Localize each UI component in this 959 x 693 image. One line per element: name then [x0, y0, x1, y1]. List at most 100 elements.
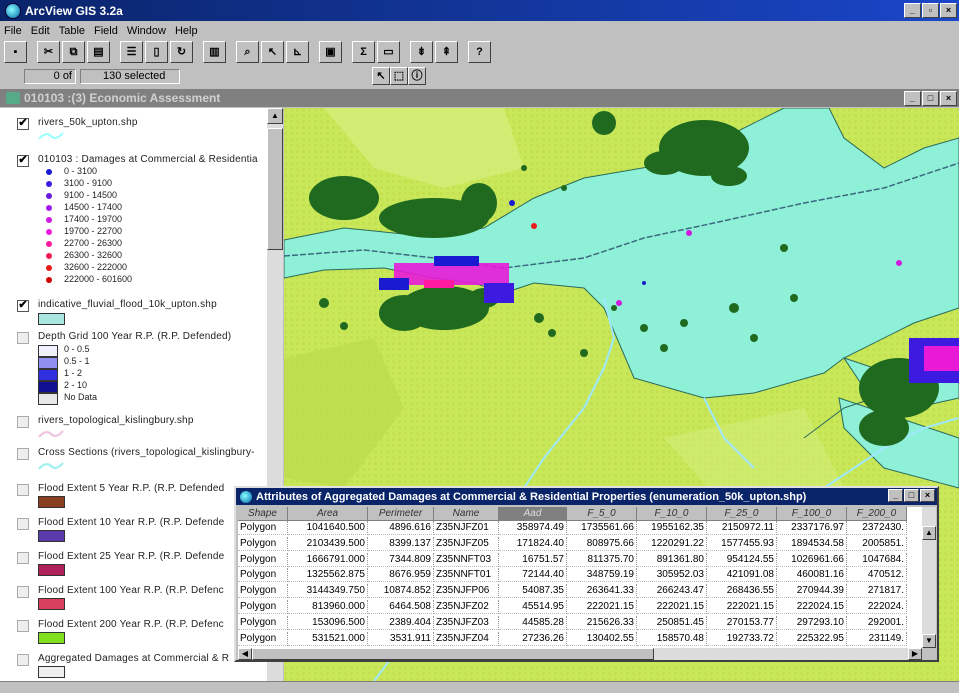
minimize-button[interactable]: _: [904, 3, 921, 18]
help-icon[interactable]: ?: [468, 41, 491, 63]
attributes-vertical-scrollbar[interactable]: ▲ ▼: [922, 507, 936, 648]
view-maximize-button[interactable]: □: [922, 91, 939, 106]
table-cell[interactable]: Z35NJFZ04: [434, 631, 499, 646]
table-cell[interactable]: 1041640.500: [288, 521, 368, 535]
table-cell[interactable]: Z35NNFT03: [434, 552, 499, 567]
table-properties-icon[interactable]: ☰: [120, 41, 143, 63]
table-cell[interactable]: 1577455.93: [707, 536, 777, 551]
table-cell[interactable]: 54087.35: [499, 584, 567, 599]
table-cell[interactable]: Z35NJFP06: [434, 584, 499, 599]
table-cell[interactable]: Polygon: [238, 631, 288, 646]
table-cell[interactable]: Polygon: [238, 568, 288, 583]
layer-visibility-checkbox[interactable]: [17, 620, 29, 632]
table-cell[interactable]: 1325562.875: [288, 568, 368, 583]
table-cell[interactable]: Z35NJFZ01: [434, 521, 499, 535]
table-cell[interactable]: 7344.809: [368, 552, 434, 567]
table-cell[interactable]: 808975.66: [567, 536, 637, 551]
table-cell[interactable]: Polygon: [238, 536, 288, 551]
layer-visibility-checkbox[interactable]: ✔: [17, 300, 29, 312]
table-cell[interactable]: 2150972.11: [707, 521, 777, 535]
scroll-left-icon[interactable]: ◀: [238, 648, 252, 660]
layer-visibility-checkbox[interactable]: [17, 416, 29, 428]
column-header-area[interactable]: Area: [288, 507, 368, 521]
table-cell[interactable]: 1735561.66: [567, 521, 637, 535]
scroll-thumb[interactable]: [252, 648, 654, 660]
identify-icon[interactable]: ⓘ: [408, 67, 426, 85]
view-close-button[interactable]: ×: [940, 91, 957, 106]
table-cell[interactable]: 2372430.: [847, 521, 907, 535]
table-cell[interactable]: 16751.57: [499, 552, 567, 567]
restore-button[interactable]: ▫: [922, 3, 939, 18]
copy-icon[interactable]: ⧉: [62, 41, 85, 63]
table-cell[interactable]: 10874.852: [368, 584, 434, 599]
sort-ascending-icon[interactable]: ⇟: [410, 41, 433, 63]
layer-visibility-checkbox[interactable]: [17, 484, 29, 496]
attr-minimize-button[interactable]: _: [888, 489, 903, 502]
menu-edit[interactable]: Edit: [31, 25, 50, 37]
table-cell[interactable]: 531521.000: [288, 631, 368, 646]
close-button[interactable]: ×: [940, 3, 957, 18]
table-cell[interactable]: Polygon: [238, 552, 288, 567]
find-icon[interactable]: ⌕: [236, 41, 259, 63]
table-cell[interactable]: 813960.000: [288, 600, 368, 614]
refresh-icon[interactable]: ↻: [170, 41, 193, 63]
table-cell[interactable]: Polygon: [238, 600, 288, 614]
table-cell[interactable]: 891361.80: [637, 552, 707, 567]
menu-field[interactable]: Field: [94, 25, 118, 37]
column-header-f200[interactable]: F_200_0: [847, 507, 907, 521]
table-cell[interactable]: 1894534.58: [777, 536, 847, 551]
table-cell[interactable]: Z35NNFT01: [434, 568, 499, 583]
table-cell[interactable]: 292001.: [847, 615, 907, 630]
table-cell[interactable]: 130402.55: [567, 631, 637, 646]
table-cell[interactable]: 470512.: [847, 568, 907, 583]
paste-icon[interactable]: ▤: [87, 41, 110, 63]
attr-maximize-button[interactable]: □: [904, 489, 919, 502]
layer-visibility-checkbox[interactable]: [17, 552, 29, 564]
layer-visibility-checkbox[interactable]: [17, 586, 29, 598]
table-cell[interactable]: 6464.508: [368, 600, 434, 614]
table-cell[interactable]: 1047684.: [847, 552, 907, 567]
table-cell[interactable]: Z35NJFZ03: [434, 615, 499, 630]
menu-table[interactable]: Table: [59, 25, 85, 37]
table-row[interactable]: Polygon 3144349.750 10874.852 Z35NJFP06 5408…: [238, 584, 907, 599]
table-cell[interactable]: 8399.137: [368, 536, 434, 551]
table-row[interactable]: Polygon 531521.000 3531.911 Z35NJFZ04 27236.…: [238, 631, 907, 646]
table-cell[interactable]: 171824.40: [499, 536, 567, 551]
table-cell[interactable]: 192733.72: [707, 631, 777, 646]
select-all-icon[interactable]: ▣: [319, 41, 342, 63]
table-cell[interactable]: Z35NJFZ05: [434, 536, 499, 551]
table-cell[interactable]: 1026961.66: [777, 552, 847, 567]
cut-icon[interactable]: ✂: [37, 41, 60, 63]
table-cell[interactable]: 158570.48: [637, 631, 707, 646]
layer-visibility-checkbox[interactable]: ✔: [17, 118, 29, 130]
table-cell[interactable]: 45514.95: [499, 600, 567, 614]
table-cell[interactable]: Polygon: [238, 521, 288, 535]
layer-visibility-checkbox[interactable]: [17, 518, 29, 530]
table-cell[interactable]: 4896.616: [368, 521, 434, 535]
query-icon[interactable]: ↖: [261, 41, 284, 63]
table-cell[interactable]: 2389.404: [368, 615, 434, 630]
table-cell[interactable]: 421091.08: [707, 568, 777, 583]
table-cell[interactable]: 27236.26: [499, 631, 567, 646]
layer-visibility-checkbox[interactable]: ✔: [17, 155, 29, 167]
table-cell[interactable]: 2103439.500: [288, 536, 368, 551]
table-cell[interactable]: 1666791.000: [288, 552, 368, 567]
table-row[interactable]: Polygon 813960.000 6464.508 Z35NJFZ02 45514.…: [238, 600, 907, 614]
table-cell[interactable]: 268436.55: [707, 584, 777, 599]
scroll-down-icon[interactable]: ▼: [922, 634, 936, 648]
table-cell[interactable]: 222024.: [847, 600, 907, 614]
table-cell[interactable]: 250851.45: [637, 615, 707, 630]
table-cell[interactable]: 270153.77: [707, 615, 777, 630]
table-cell[interactable]: 266243.47: [637, 584, 707, 599]
field-icon[interactable]: ▯: [145, 41, 168, 63]
table-row[interactable]: Polygon 1666791.000 7344.809 Z35NNFT03 16751…: [238, 552, 907, 567]
menu-window[interactable]: Window: [127, 25, 166, 37]
column-header-f5[interactable]: F_5_0: [567, 507, 637, 521]
scroll-right-icon[interactable]: ▶: [908, 648, 922, 660]
table-cell[interactable]: 263641.33: [567, 584, 637, 599]
view-minimize-button[interactable]: _: [904, 91, 921, 106]
table-cell[interactable]: Polygon: [238, 615, 288, 630]
layer-visibility-checkbox[interactable]: [17, 332, 29, 344]
menu-help[interactable]: Help: [175, 25, 198, 37]
scroll-up-icon[interactable]: ▲: [267, 108, 283, 124]
